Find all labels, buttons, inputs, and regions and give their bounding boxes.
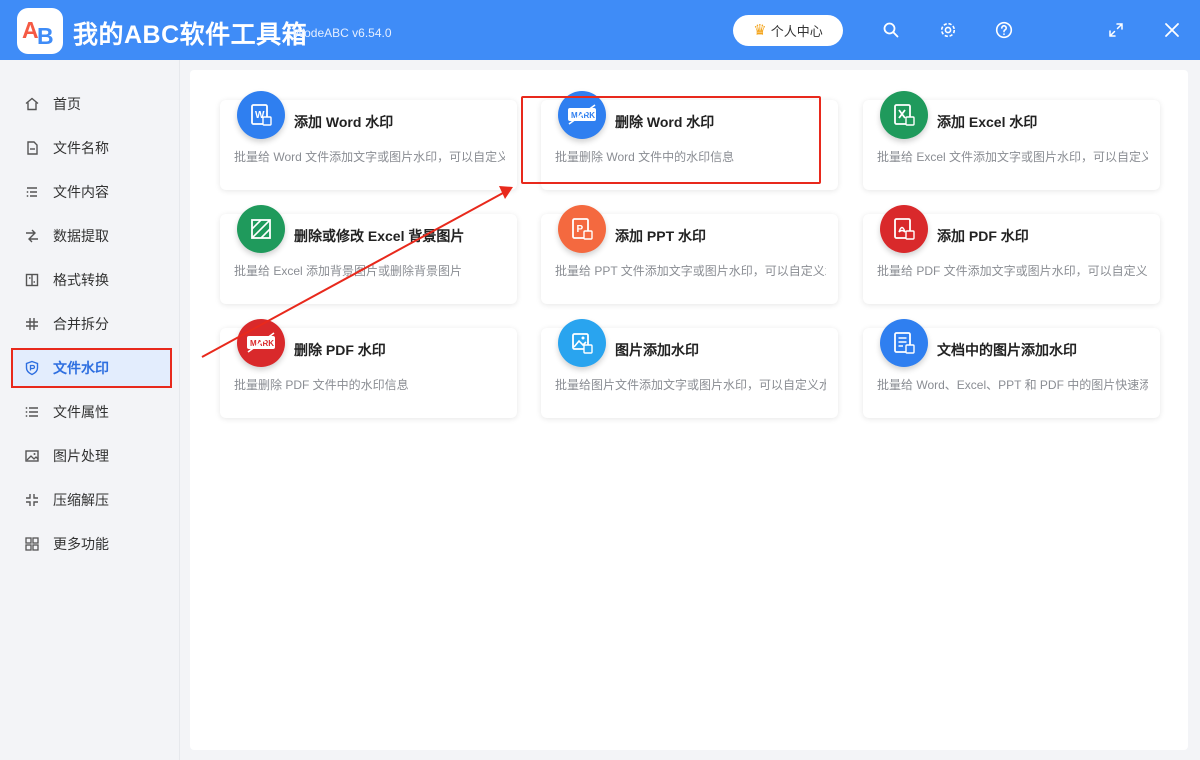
crown-icon: ♛ bbox=[753, 22, 767, 39]
sidebar-item-label: 合并拆分 bbox=[53, 316, 109, 332]
card-glyph: MARK bbox=[250, 339, 274, 348]
card-description: 批量给 Excel 添加背景图片或删除背景图片 bbox=[234, 264, 463, 278]
file-content-icon bbox=[23, 183, 41, 201]
card-remove-pdf-watermark[interactable]: MARK 删除 PDF 水印 批量删除 PDF 文件中的水印信息 bbox=[220, 319, 517, 418]
sidebar-item-file-attr[interactable]: 文件属性 bbox=[13, 394, 170, 430]
format-convert-icon bbox=[23, 271, 41, 289]
card-description: 批量给 Word 文件添加文字或图片水印，可以自定义 bbox=[234, 150, 505, 164]
sidebar-item-label: 压缩解压 bbox=[53, 492, 109, 508]
home-icon bbox=[23, 95, 41, 113]
card-title: 图片添加水印 bbox=[615, 342, 699, 358]
doc-image-icon bbox=[880, 319, 928, 367]
card-title: 添加 Excel 水印 bbox=[937, 114, 1038, 130]
card-add-ppt-watermark[interactable]: P 添加 PPT 水印 批量给 PPT 文件添加文字或图片水印，可以自定义水 bbox=[541, 205, 838, 304]
card-glyph: MARK bbox=[571, 111, 595, 120]
sidebar-item-label: 文件属性 bbox=[53, 404, 109, 420]
card-doc-image-watermark[interactable]: 文档中的图片添加水印 批量给 Word、Excel、PPT 和 PDF 中的图片… bbox=[863, 319, 1160, 418]
pdf-icon bbox=[880, 205, 928, 253]
sidebar-item-compress[interactable]: 压缩解压 bbox=[13, 482, 170, 518]
mark-icon: MARK bbox=[558, 91, 606, 139]
card-remove-word-watermark[interactable]: MARK 删除 Word 水印 批量删除 Word 文件中的水印信息 bbox=[521, 91, 838, 190]
sidebar-item-label: 格式转换 bbox=[53, 272, 109, 288]
svg-text:P: P bbox=[577, 224, 584, 235]
sidebar-item-home[interactable]: 首页 bbox=[13, 86, 170, 122]
sidebar-item-file-content[interactable]: 文件内容 bbox=[13, 174, 170, 210]
card-add-word-watermark[interactable]: W 添加 Word 水印 批量给 Word 文件添加文字或图片水印，可以自定义 bbox=[220, 91, 517, 190]
sidebar-item-label: 文件名称 bbox=[53, 140, 109, 156]
sidebar-item-label: 首页 bbox=[53, 96, 81, 112]
card-description: 批量删除 Word 文件中的水印信息 bbox=[555, 150, 735, 164]
excel-background-icon bbox=[237, 205, 285, 253]
sidebar: 首页 文件名称 文件内容 数据提取 格式转换 合并拆分 文件水印 文件属性 图片… bbox=[0, 60, 180, 760]
user-center-button[interactable]: ♛ 个人中心 bbox=[733, 15, 843, 46]
card-title: 添加 Word 水印 bbox=[294, 114, 394, 130]
sidebar-item-label: 图片处理 bbox=[53, 448, 109, 464]
card-title: 添加 PPT 水印 bbox=[615, 228, 707, 244]
gear-icon[interactable] bbox=[935, 17, 961, 43]
card-description: 批量删除 PDF 文件中的水印信息 bbox=[234, 378, 409, 392]
card-description: 批量给 PPT 文件添加文字或图片水印，可以自定义水 bbox=[555, 264, 826, 278]
help-icon[interactable] bbox=[991, 17, 1017, 43]
sidebar-item-label: 更多功能 bbox=[53, 536, 109, 552]
watermark-icon bbox=[23, 359, 41, 377]
card-add-pdf-watermark[interactable]: 添加 PDF 水印 批量给 PDF 文件添加文字或图片水印，可以自定义水 bbox=[863, 205, 1160, 304]
app-title: 我的ABC软件工具箱 bbox=[73, 21, 308, 49]
card-title: 删除或修改 Excel 背景图片 bbox=[294, 228, 465, 244]
image-icon bbox=[558, 319, 606, 367]
logo-letter-b: B bbox=[37, 23, 54, 49]
card-title: 删除 Word 水印 bbox=[615, 114, 715, 130]
close-icon[interactable] bbox=[1159, 17, 1185, 43]
sidebar-item-file-name[interactable]: 文件名称 bbox=[13, 130, 170, 166]
card-image-watermark[interactable]: 图片添加水印 批量给图片文件添加文字或图片水印，可以自定义水 bbox=[541, 319, 838, 418]
main-panel: W 添加 Word 水印 批量给 Word 文件添加文字或图片水印，可以自定义 … bbox=[190, 70, 1188, 750]
sidebar-item-label: 数据提取 bbox=[53, 228, 109, 244]
user-center-label: 个人中心 bbox=[770, 24, 823, 39]
mark-icon: MARK bbox=[237, 319, 285, 367]
app-version: WodeABC v6.54.0 bbox=[293, 26, 392, 40]
sidebar-item-label: 文件水印 bbox=[53, 360, 109, 376]
search-icon[interactable] bbox=[878, 17, 904, 43]
sidebar-item-image[interactable]: 图片处理 bbox=[13, 438, 170, 474]
title-bar: A B 我的ABC软件工具箱 WodeABC v6.54.0 ♛ 个人中心 bbox=[0, 0, 1200, 60]
word-icon: W bbox=[237, 91, 285, 139]
card-description: 批量给图片文件添加文字或图片水印，可以自定义水 bbox=[555, 378, 826, 392]
card-title: 添加 PDF 水印 bbox=[937, 228, 1029, 244]
more-icon bbox=[23, 535, 41, 553]
maximize-icon[interactable] bbox=[1103, 17, 1129, 43]
sidebar-item-format-convert[interactable]: 格式转换 bbox=[13, 262, 170, 298]
card-title: 文档中的图片添加水印 bbox=[937, 342, 1077, 358]
file-attr-icon bbox=[23, 403, 41, 421]
card-description: 批量给 Word、Excel、PPT 和 PDF 中的图片快速添加 bbox=[877, 378, 1148, 392]
excel-icon bbox=[880, 91, 928, 139]
card-title: 删除 PDF 水印 bbox=[294, 342, 386, 358]
app-logo: A B bbox=[17, 8, 63, 54]
image-icon bbox=[23, 447, 41, 465]
sidebar-item-label: 文件内容 bbox=[53, 184, 109, 200]
card-description: 批量给 PDF 文件添加文字或图片水印，可以自定义水 bbox=[877, 264, 1148, 278]
merge-split-icon bbox=[23, 315, 41, 333]
card-add-excel-watermark[interactable]: 添加 Excel 水印 批量给 Excel 文件添加文字或图片水印，可以自定义 bbox=[863, 91, 1160, 190]
file-name-icon bbox=[23, 139, 41, 157]
card-description: 批量给 Excel 文件添加文字或图片水印，可以自定义 bbox=[877, 150, 1148, 164]
sidebar-item-more[interactable]: 更多功能 bbox=[13, 526, 170, 562]
sidebar-item-data-extract[interactable]: 数据提取 bbox=[13, 218, 170, 254]
card-excel-background[interactable]: 删除或修改 Excel 背景图片 批量给 Excel 添加背景图片或删除背景图片 bbox=[220, 205, 517, 304]
sidebar-item-merge-split[interactable]: 合并拆分 bbox=[13, 306, 170, 342]
sidebar-item-watermark[interactable]: 文件水印 bbox=[11, 348, 172, 388]
compress-icon bbox=[23, 491, 41, 509]
data-extract-icon bbox=[23, 227, 41, 245]
ppt-icon: P bbox=[558, 205, 606, 253]
